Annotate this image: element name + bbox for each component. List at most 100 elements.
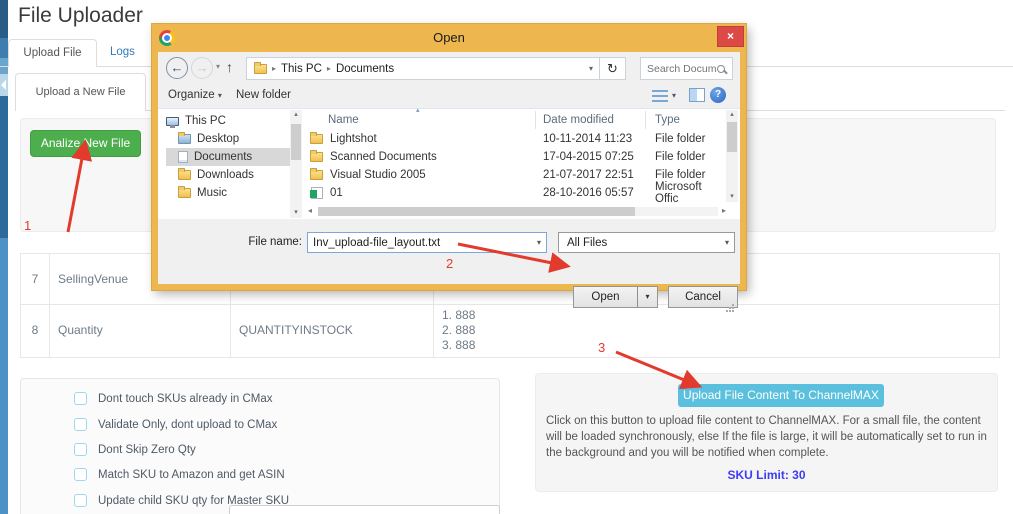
tab-upload-file[interactable]: Upload File: [8, 39, 97, 67]
tab-logs[interactable]: Logs: [110, 46, 135, 58]
file-name: Lightshot: [330, 133, 377, 145]
folder-tree: This PC Desktop Documents Downloads Musi…: [166, 112, 302, 202]
open-split-button[interactable]: Open ▾: [573, 286, 658, 308]
tree-item-documents[interactable]: Documents: [166, 148, 302, 166]
column-header-type[interactable]: Type: [655, 114, 680, 126]
file-row-01[interactable]: 01 28-10-2016 05:57 Microsoft Offic: [308, 181, 726, 205]
checkbox-label[interactable]: Validate Only, dont upload to CMax: [98, 419, 277, 431]
file-type-value: All Files: [567, 236, 608, 249]
checkbox-label[interactable]: Dont touch SKUs already in CMax: [98, 393, 273, 405]
horizontal-scroll-thumb[interactable]: [318, 207, 635, 216]
organize-menu[interactable]: Organize ▾: [168, 89, 222, 101]
scroll-down-icon[interactable]: ▾: [290, 208, 302, 218]
upload-file-content-button[interactable]: Upload File Content To ChannelMAX: [678, 384, 884, 407]
checkbox-row[interactable]: Dont Skip Zero Qty: [74, 443, 196, 456]
file-type: File folder: [655, 151, 706, 163]
tree-item-desktop[interactable]: Desktop: [166, 130, 302, 148]
strip-seg: [0, 96, 8, 238]
column-header-name[interactable]: Name: [328, 114, 359, 126]
cancel-button[interactable]: Cancel: [668, 286, 738, 308]
column-header-date[interactable]: Date modified: [543, 114, 614, 126]
sample-value: 1. 888: [442, 308, 476, 322]
history-dropdown[interactable]: ▾: [216, 62, 220, 71]
new-folder-button[interactable]: New folder: [236, 89, 291, 101]
scroll-up-icon[interactable]: ▴: [726, 110, 738, 120]
column-divider[interactable]: [535, 111, 536, 129]
tree-item-music[interactable]: Music: [166, 184, 302, 202]
chrome-icon: [159, 30, 175, 46]
sidebar-collapse-icon[interactable]: [1, 80, 6, 90]
scrollbar-thumb[interactable]: [727, 122, 737, 152]
computer-icon: [166, 117, 179, 128]
list-vertical-scrollbar[interactable]: ▴ ▾: [726, 110, 738, 202]
file-type-combo[interactable]: All Files ▾: [558, 232, 735, 253]
checkbox-update-child-sku[interactable]: [74, 494, 87, 507]
file-name: Scanned Documents: [330, 151, 437, 163]
preview-pane-icon[interactable]: [689, 88, 705, 102]
checkbox-match-sku-asin[interactable]: [74, 468, 87, 481]
checkbox-row[interactable]: Dont touch SKUs already in CMax: [74, 392, 273, 405]
checkbox-row[interactable]: Match SKU to Amazon and get ASIN: [74, 468, 285, 481]
tree-item-this-pc[interactable]: This PC: [166, 112, 302, 130]
file-date: 28-10-2016 05:57: [543, 187, 634, 199]
strip-seg: [0, 238, 8, 514]
open-button[interactable]: Open: [574, 287, 638, 307]
combo-dropdown-icon[interactable]: ▾: [537, 238, 541, 247]
step-label-2: 2: [446, 256, 454, 271]
checkbox-row[interactable]: Validate Only, dont upload to CMax: [74, 418, 277, 431]
address-dropdown-icon[interactable]: ▾: [589, 64, 593, 73]
scroll-down-icon[interactable]: ▾: [726, 192, 738, 202]
tree-scrollbar[interactable]: ▴ ▾: [290, 110, 302, 218]
tree-item-downloads[interactable]: Downloads: [166, 166, 302, 184]
checkbox-dont-touch-skus[interactable]: [74, 392, 87, 405]
scroll-up-icon[interactable]: ▴: [290, 110, 302, 120]
checkbox-dont-skip-zero-qty[interactable]: [74, 443, 87, 456]
scroll-left-icon[interactable]: ◂: [308, 206, 312, 215]
row-number: 7: [20, 254, 49, 304]
up-icon: ↑: [226, 59, 233, 75]
close-button[interactable]: ×: [717, 26, 744, 47]
open-dropdown-icon[interactable]: ▾: [638, 287, 657, 307]
file-date: 21-07-2017 22:51: [543, 169, 634, 181]
file-row-lightshot[interactable]: Lightshot 10-11-2014 11:23 File folder: [308, 130, 726, 148]
back-button[interactable]: ←: [166, 57, 188, 79]
search-input[interactable]: [647, 62, 717, 75]
desktop-icon: [178, 132, 191, 144]
tree-label: Desktop: [197, 133, 240, 145]
help-icon[interactable]: ?: [710, 87, 726, 103]
sort-ascending-icon: ▴: [416, 107, 420, 114]
file-uploader-page: File Uploader Upload File Logs Upload a …: [0, 0, 1013, 514]
sample-value: 2. 888: [442, 323, 476, 337]
scrollbar-thumb[interactable]: [291, 124, 301, 160]
search-box[interactable]: [640, 57, 733, 80]
resize-grip[interactable]: [732, 304, 734, 306]
field-samples: 1. 888 2. 888 3. 888: [433, 305, 1000, 357]
checkbox-label[interactable]: Dont Skip Zero Qty: [98, 444, 196, 456]
folder-icon: [310, 168, 323, 180]
change-view-icon[interactable]: [652, 90, 668, 102]
file-row-scanned-documents[interactable]: Scanned Documents 17-04-2015 07:25 File …: [308, 148, 726, 166]
checkbox-label[interactable]: Match SKU to Amazon and get ASIN: [98, 469, 285, 481]
bottom-text-input[interactable]: [229, 505, 500, 514]
view-dropdown-icon[interactable]: ▾: [672, 91, 676, 100]
page-title: File Uploader: [18, 4, 143, 27]
scroll-right-icon[interactable]: ▸: [722, 206, 726, 215]
combo-dropdown-icon[interactable]: ▾: [725, 238, 729, 247]
chevron-down-icon: ▾: [217, 91, 222, 100]
sku-limit-text: SKU Limit: 30: [727, 468, 806, 482]
up-button[interactable]: ↑: [226, 59, 233, 75]
breadcrumb-documents[interactable]: Documents: [336, 63, 394, 75]
strip-seg: [0, 0, 8, 38]
upload-panel: Upload File Content To ChannelMAX Click …: [535, 373, 998, 492]
address-bar[interactable]: ▸ This PC ▸ Documents ▾: [246, 57, 600, 80]
analyze-new-file-button[interactable]: Analize New File: [30, 130, 141, 157]
file-name-combo[interactable]: ▾: [307, 232, 547, 253]
close-icon: ×: [726, 29, 734, 43]
breadcrumb-this-pc[interactable]: This PC: [281, 63, 322, 75]
refresh-button[interactable]: ↻: [599, 57, 626, 80]
forward-button[interactable]: →: [191, 57, 213, 79]
checkbox-validate-only[interactable]: [74, 418, 87, 431]
tab-upload-a-new-file[interactable]: Upload a New File: [15, 73, 146, 111]
column-divider[interactable]: [645, 111, 646, 129]
file-name-input[interactable]: [313, 236, 537, 249]
